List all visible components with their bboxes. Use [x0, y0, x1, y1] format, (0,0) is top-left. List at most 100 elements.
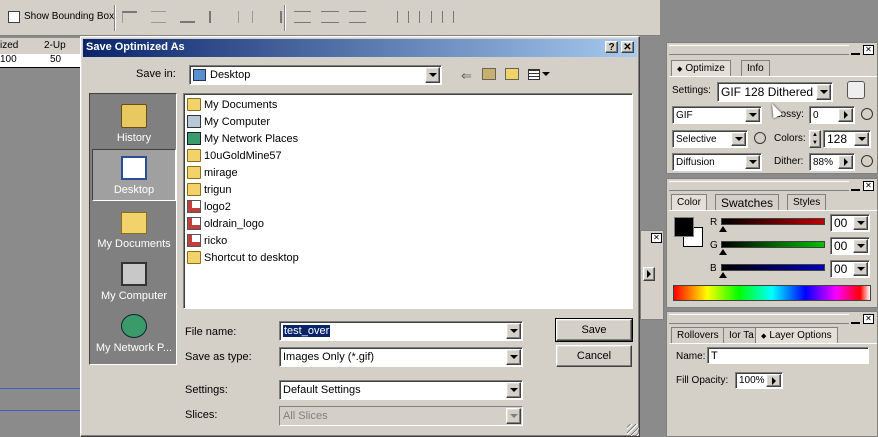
tab-optimize[interactable]: ◆ Optimize — [671, 60, 731, 76]
distribute-vcenter-icon[interactable] — [321, 11, 339, 23]
help-button[interactable]: ? — [605, 41, 618, 53]
dither-mask-icon[interactable] — [861, 155, 873, 167]
align-bottom-icon[interactable] — [179, 11, 195, 23]
file-list-item[interactable]: My Documents — [187, 96, 277, 113]
places-my-network[interactable]: My Network P... — [92, 306, 176, 358]
distribute-left-icon[interactable] — [396, 11, 410, 23]
chevron-down-icon[interactable] — [425, 67, 440, 83]
colors-stepper[interactable]: ▲ ▼ — [809, 130, 821, 148]
chevron-down-icon[interactable] — [731, 132, 746, 146]
chevron-down-icon[interactable] — [506, 349, 521, 365]
minimize-icon[interactable] — [851, 315, 860, 324]
tab-layer-options[interactable]: ◆ Layer Options — [755, 327, 838, 343]
file-list-item[interactable]: Shortcut to desktop — [187, 249, 299, 266]
tab-info[interactable]: Info — [741, 60, 770, 76]
file-name-input[interactable]: test_over — [279, 321, 523, 341]
distribute-hcenter-icon[interactable] — [419, 11, 432, 23]
align-top-icon[interactable] — [122, 11, 137, 23]
chevron-down-icon[interactable] — [853, 239, 868, 253]
file-list-item[interactable]: mirage — [187, 164, 238, 181]
file-list-item[interactable]: trigun — [187, 181, 232, 198]
cancel-button[interactable]: Cancel — [556, 345, 632, 367]
layer-name-input[interactable]: T — [707, 347, 869, 364]
tab-styles[interactable]: Styles — [787, 194, 827, 210]
tab-2-up[interactable]: 2-Up — [44, 40, 66, 51]
save-button[interactable]: Save — [555, 318, 633, 342]
dither-algorithm-dropdown[interactable]: Diffusion — [672, 153, 762, 171]
chevron-right-icon[interactable] — [838, 108, 853, 122]
panel-gripper[interactable] — [669, 181, 849, 191]
align-hcenter-icon[interactable] — [237, 11, 253, 23]
panel-gripper[interactable] — [669, 314, 849, 324]
channel-value-input[interactable]: 00 — [830, 237, 870, 255]
lossy-mask-icon[interactable] — [861, 108, 873, 120]
file-list-item[interactable]: 10uGoldMine57 — [187, 147, 282, 164]
minimize-icon[interactable] — [851, 182, 860, 191]
places-my-computer[interactable]: My Computer — [92, 254, 176, 306]
channel-value-input[interactable]: 00 — [830, 214, 870, 232]
close-icon[interactable]: ✕ — [863, 181, 874, 191]
chevron-down-icon[interactable] — [506, 323, 521, 339]
places-my-documents[interactable]: My Documents — [92, 202, 176, 254]
file-list-item[interactable]: oldrain_logo — [187, 215, 264, 232]
chevron-down-icon[interactable] — [745, 108, 760, 122]
settings-dropdown[interactable]: Default Settings — [279, 380, 523, 400]
dither-input[interactable]: 88% — [809, 153, 855, 171]
channel-slider[interactable] — [721, 218, 825, 225]
fill-opacity-input[interactable]: 100% — [735, 372, 783, 389]
channel-value-input[interactable]: 00 — [830, 260, 870, 278]
resize-grip-icon[interactable] — [627, 424, 639, 436]
format-dropdown[interactable]: GIF — [672, 106, 762, 124]
back-icon[interactable]: ⇐ — [461, 68, 472, 84]
chevron-right-icon[interactable] — [838, 155, 853, 169]
close-icon[interactable]: ✕ — [863, 45, 874, 55]
chevron-down-icon[interactable] — [506, 382, 521, 398]
reduction-dropdown[interactable]: Selective — [672, 130, 748, 148]
file-list-item[interactable]: logo2 — [187, 198, 231, 215]
tab-color[interactable]: Color — [671, 194, 707, 210]
foreground-color-swatch[interactable] — [674, 217, 694, 237]
chevron-down-icon[interactable] — [854, 132, 869, 146]
chevron-down-icon[interactable] — [853, 262, 868, 276]
file-list-item[interactable]: ricko — [187, 232, 227, 249]
panel-gripper[interactable] — [669, 45, 849, 55]
minimize-icon[interactable] — [851, 46, 860, 55]
file-list-item[interactable]: My Computer — [187, 113, 270, 130]
tab-optimized[interactable]: ized — [0, 40, 18, 51]
align-vcenter-icon[interactable] — [150, 11, 166, 23]
distribute-top-icon[interactable] — [294, 11, 312, 23]
slider-handle-icon[interactable] — [719, 226, 727, 232]
distribute-bottom-icon[interactable] — [348, 11, 367, 23]
chevron-right-icon[interactable] — [766, 374, 781, 387]
opt-settings-dropdown[interactable]: GIF 128 Dithered — [717, 82, 833, 102]
optimize-menu-icon[interactable] — [847, 81, 865, 99]
align-right-icon[interactable] — [267, 11, 283, 23]
colors-input[interactable]: 128 — [823, 130, 871, 148]
bounding-box-checkbox[interactable] — [8, 11, 20, 23]
chevron-down-icon[interactable] — [853, 216, 868, 230]
up-folder-icon[interactable] — [482, 68, 496, 80]
slider-handle-icon[interactable] — [719, 272, 727, 278]
channel-slider[interactable] — [721, 241, 825, 248]
chevron-down-icon[interactable] — [745, 155, 760, 169]
chevron-down-icon[interactable] — [816, 84, 831, 100]
save-in-dropdown[interactable]: Desktop — [189, 65, 442, 85]
new-folder-icon[interactable] — [505, 68, 519, 80]
save-as-type-dropdown[interactable]: Images Only (*.gif) — [279, 347, 523, 367]
channel-slider[interactable] — [721, 264, 825, 271]
places-history[interactable]: History — [92, 96, 176, 148]
close-icon[interactable]: ✕ — [863, 314, 874, 324]
panel-arrow-icon[interactable] — [643, 267, 655, 281]
close-icon[interactable]: ✕ — [651, 233, 662, 243]
slider-handle-icon[interactable] — [719, 249, 727, 255]
align-left-icon[interactable] — [208, 11, 224, 23]
file-list-item[interactable]: My Network Places — [187, 130, 298, 147]
view-menu-icon[interactable] — [528, 68, 550, 80]
close-button[interactable]: ✕ — [621, 41, 634, 53]
tab-swatches[interactable]: Swatches — [715, 194, 780, 210]
lossy-input[interactable]: 0 — [809, 106, 855, 124]
tab-rollovers[interactable]: Rollovers — [671, 327, 725, 343]
reduction-mask-icon[interactable] — [754, 132, 766, 144]
places-desktop[interactable]: Desktop — [92, 149, 176, 201]
distribute-right-icon[interactable] — [441, 11, 454, 23]
